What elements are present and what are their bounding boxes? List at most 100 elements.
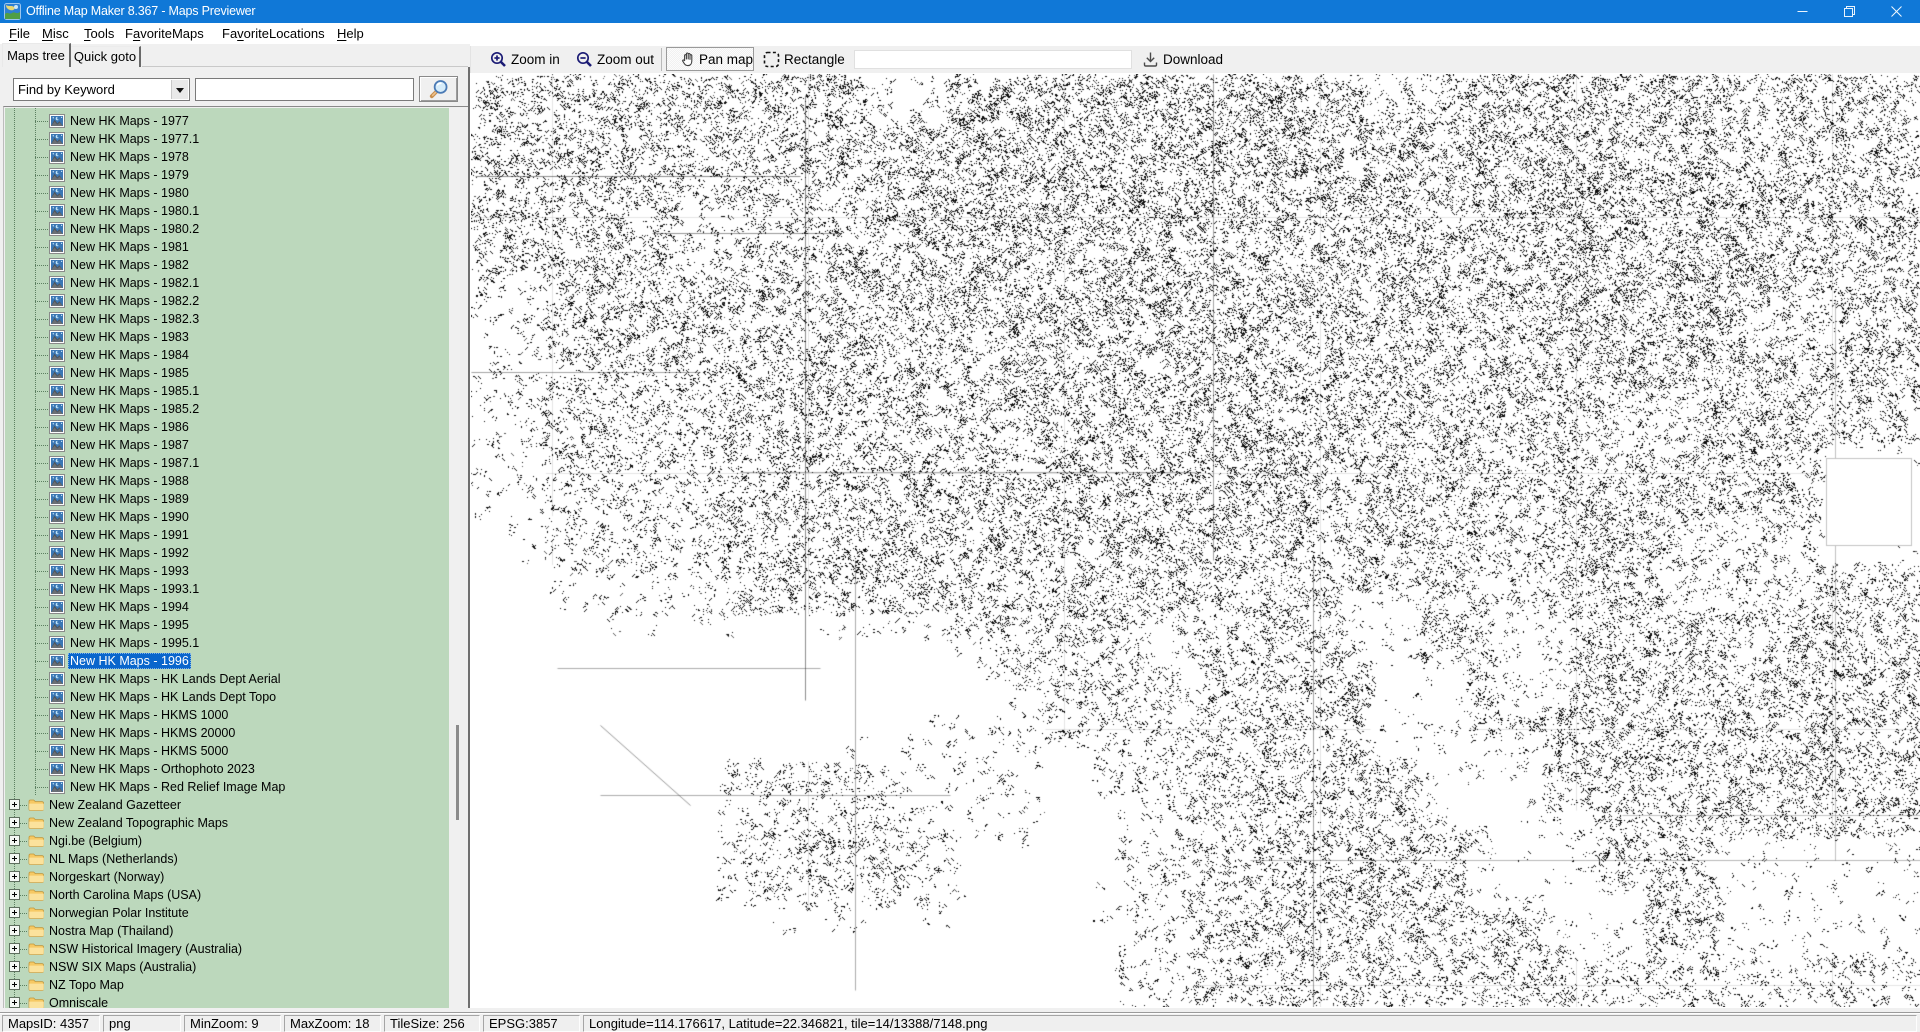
tree-folder-label[interactable]: Ngi.be (Belgium) <box>47 833 144 849</box>
panel-splitter[interactable] <box>468 67 470 1008</box>
tree-item-label[interactable]: New HK Maps - 1988 <box>68 473 191 489</box>
tree-expand-button[interactable] <box>9 835 20 846</box>
tree-folder-label[interactable]: New Zealand Topographic Maps <box>47 815 230 831</box>
tree-row[interactable]: New HK Maps - 1985 <box>5 364 449 382</box>
tree-expand-button[interactable] <box>9 997 20 1008</box>
tree-item-label[interactable]: New HK Maps - 1987.1 <box>68 455 201 471</box>
tree-row[interactable]: Norwegian Polar Institute <box>5 904 449 922</box>
tree-item-label[interactable]: New HK Maps - 1982.2 <box>68 293 201 309</box>
tree-item-label[interactable]: New HK Maps - 1986 <box>68 419 191 435</box>
restore-button[interactable] <box>1826 0 1873 23</box>
tree-row[interactable]: New HK Maps - 1977 <box>5 112 449 130</box>
tree-item-label[interactable]: New HK Maps - HKMS 5000 <box>68 743 230 759</box>
close-button[interactable] <box>1873 0 1920 23</box>
tree-item-label[interactable]: New HK Maps - 1990 <box>68 509 191 525</box>
zoom-in-button[interactable]: Zoom in <box>511 46 560 73</box>
tree-row[interactable]: New HK Maps - 1982.2 <box>5 292 449 310</box>
tree-row[interactable]: New HK Maps - 1991 <box>5 526 449 544</box>
tree-expand-button[interactable] <box>9 889 20 900</box>
tree-row[interactable]: North Carolina Maps (USA) <box>5 886 449 904</box>
tree-row[interactable]: New HK Maps - 1996 <box>5 652 449 670</box>
tree-row[interactable]: New HK Maps - HKMS 5000 <box>5 742 449 760</box>
menu-file[interactable]: File <box>9 23 30 45</box>
tree-row[interactable]: New HK Maps - 1993.1 <box>5 580 449 598</box>
tree-item-label[interactable]: New HK Maps - Orthophoto 2023 <box>68 761 257 777</box>
tree-row[interactable]: NL Maps (Netherlands) <box>5 850 449 868</box>
find-mode-combobox[interactable]: Find by Keyword <box>13 78 190 101</box>
tree-folder-label[interactable]: North Carolina Maps (USA) <box>47 887 203 903</box>
zoom-out-button[interactable]: Zoom out <box>597 46 654 73</box>
tree-row[interactable]: New HK Maps - 1984 <box>5 346 449 364</box>
tree-row[interactable]: Ngi.be (Belgium) <box>5 832 449 850</box>
tree-folder-label[interactable]: New Zealand Gazetteer <box>47 797 183 813</box>
tree-row[interactable]: New HK Maps - 1995.1 <box>5 634 449 652</box>
download-button[interactable]: Download <box>1163 46 1223 73</box>
tree-row[interactable]: New HK Maps - 1992 <box>5 544 449 562</box>
tree-row[interactable]: New HK Maps - 1980.2 <box>5 220 449 238</box>
tree-row[interactable]: New Zealand Gazetteer <box>5 796 449 814</box>
tree-row[interactable]: New HK Maps - HKMS 20000 <box>5 724 449 742</box>
tree-item-label[interactable]: New HK Maps - 1979 <box>68 167 191 183</box>
menu-misc[interactable]: Misc <box>42 23 69 45</box>
toolbar-input[interactable] <box>854 50 1132 69</box>
tree-row[interactable]: New HK Maps - 1980 <box>5 184 449 202</box>
tree-item-label[interactable]: New HK Maps - 1980 <box>68 185 191 201</box>
rectangle-button[interactable]: Rectangle <box>784 46 845 73</box>
tree-item-label-selected[interactable]: New HK Maps - 1996 <box>68 653 191 669</box>
tab-maps-tree[interactable]: Maps tree <box>2 43 71 67</box>
tree-folder-label[interactable]: NSW SIX Maps (Australia) <box>47 959 198 975</box>
tree-item-label[interactable]: New HK Maps - 1984 <box>68 347 191 363</box>
rectangle-icon[interactable] <box>763 51 780 68</box>
tree-folder-label[interactable]: Nostra Map (Thailand) <box>47 923 175 939</box>
tree-row[interactable]: New HK Maps - 1985.2 <box>5 400 449 418</box>
tree-row[interactable]: New HK Maps - 1989 <box>5 490 449 508</box>
tree-scrollbar[interactable] <box>449 107 468 1008</box>
tree-item-label[interactable]: New HK Maps - 1995.1 <box>68 635 201 651</box>
tree-item-label[interactable]: New HK Maps - 1987 <box>68 437 191 453</box>
tab-quick-goto[interactable]: Quick goto <box>71 46 141 67</box>
tree-row[interactable]: New HK Maps - 1985.1 <box>5 382 449 400</box>
tree-row[interactable]: New HK Maps - 1987.1 <box>5 454 449 472</box>
menu-favoritemaps[interactable]: FavoriteMaps <box>125 23 204 45</box>
tree-item-label[interactable]: New HK Maps - HKMS 1000 <box>68 707 230 723</box>
tree-folder-label[interactable]: NSW Historical Imagery (Australia) <box>47 941 244 957</box>
tree-row[interactable]: New HK Maps - 1979 <box>5 166 449 184</box>
tree-item-label[interactable]: New HK Maps - 1982.3 <box>68 311 201 327</box>
tree-expand-button[interactable] <box>9 907 20 918</box>
tree-row[interactable]: New HK Maps - 1983 <box>5 328 449 346</box>
tree-item-label[interactable]: New HK Maps - 1982 <box>68 257 191 273</box>
tree-item-label[interactable]: New HK Maps - HK Lands Dept Topo <box>68 689 278 705</box>
tree-item-label[interactable]: New HK Maps - 1995 <box>68 617 191 633</box>
tree-expand-button[interactable] <box>9 853 20 864</box>
tree-row[interactable]: New HK Maps - HK Lands Dept Aerial <box>5 670 449 688</box>
menu-tools[interactable]: Tools <box>84 23 114 45</box>
tree-item-label[interactable]: New HK Maps - 1982.1 <box>68 275 201 291</box>
tree-expand-button[interactable] <box>9 817 20 828</box>
tree-row[interactable]: NZ Topo Map <box>5 976 449 994</box>
tree-item-label[interactable]: New HK Maps - Red Relief Image Map <box>68 779 287 795</box>
tree-scrollbar-thumb[interactable] <box>456 725 459 820</box>
tree-folder-label[interactable]: Omniscale <box>47 995 110 1009</box>
menu-favoritelocations[interactable]: FavoriteLocations <box>222 23 325 45</box>
tree-item-label[interactable]: New HK Maps - 1992 <box>68 545 191 561</box>
zoom-out-icon[interactable] <box>576 51 593 68</box>
tree-expand-button[interactable] <box>9 799 20 810</box>
tree-item-label[interactable]: New HK Maps - 1983 <box>68 329 191 345</box>
tree-item-label[interactable]: New HK Maps - 1977 <box>68 113 191 129</box>
tree-expand-button[interactable] <box>9 871 20 882</box>
tree-item-label[interactable]: New HK Maps - 1980.2 <box>68 221 201 237</box>
download-icon[interactable] <box>1142 51 1159 68</box>
tree-row[interactable]: New Zealand Topographic Maps <box>5 814 449 832</box>
tree-row[interactable]: New HK Maps - 1995 <box>5 616 449 634</box>
tree-item-label[interactable]: New HK Maps - 1980.1 <box>68 203 201 219</box>
tree-item-label[interactable]: New HK Maps - 1991 <box>68 527 191 543</box>
tree-row[interactable]: New HK Maps - Orthophoto 2023 <box>5 760 449 778</box>
tree-row[interactable]: New HK Maps - 1987 <box>5 436 449 454</box>
tree-row[interactable]: New HK Maps - HK Lands Dept Topo <box>5 688 449 706</box>
tree-item-label[interactable]: New HK Maps - 1994 <box>68 599 191 615</box>
tree-row[interactable]: Norgeskart (Norway) <box>5 868 449 886</box>
tree-item-label[interactable]: New HK Maps - HK Lands Dept Aerial <box>68 671 283 687</box>
tree-row[interactable]: Omniscale <box>5 994 449 1009</box>
tree-row[interactable]: New HK Maps - 1977.1 <box>5 130 449 148</box>
tree-folder-label[interactable]: NL Maps (Netherlands) <box>47 851 180 867</box>
